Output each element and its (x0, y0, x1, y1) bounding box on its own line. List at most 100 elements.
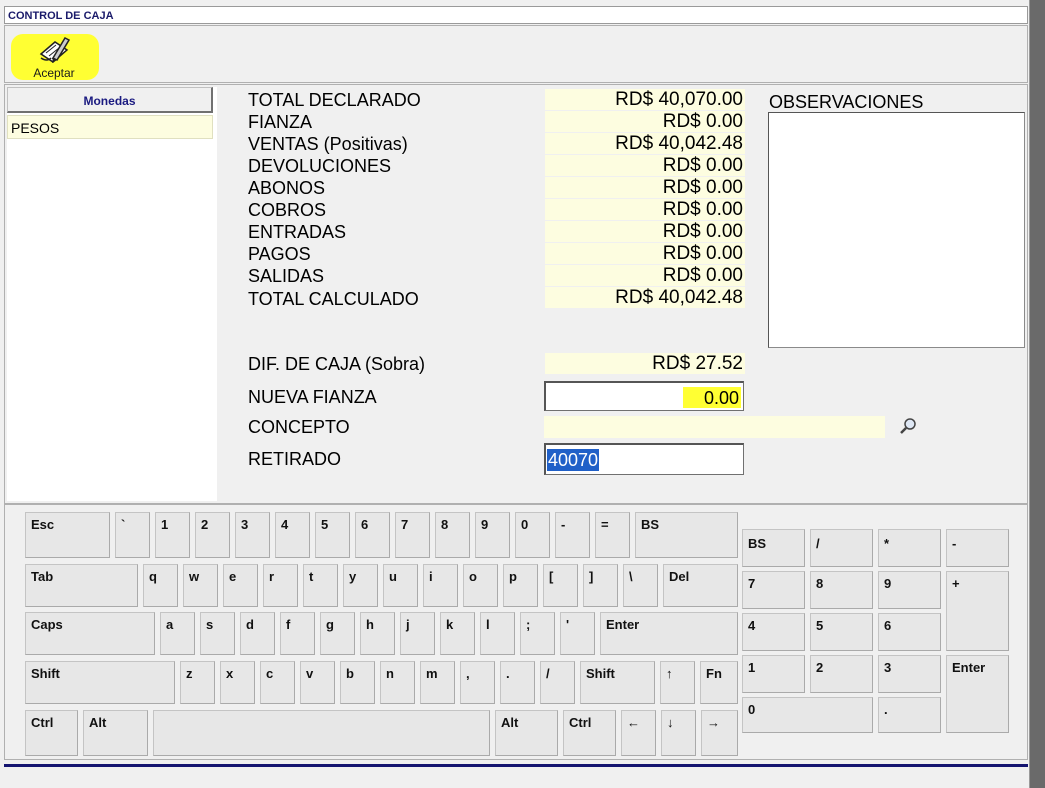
key-5[interactable]: 5 (315, 512, 350, 558)
observations-textarea[interactable] (768, 112, 1025, 348)
numpad-decimal[interactable]: . (878, 697, 941, 733)
concept-input[interactable] (544, 416, 885, 438)
key-caps[interactable]: Caps (25, 612, 155, 655)
key-2[interactable]: 2 (195, 512, 230, 558)
key-o[interactable]: o (463, 564, 498, 607)
key-d[interactable]: d (240, 612, 275, 655)
currency-column-header[interactable]: Monedas (7, 87, 213, 113)
numpad-minus[interactable]: - (946, 529, 1009, 567)
key-esc[interactable]: Esc (25, 512, 110, 558)
key-k[interactable]: k (440, 612, 475, 655)
key-u[interactable]: u (383, 564, 418, 607)
key-c[interactable]: c (260, 661, 295, 704)
key-y[interactable]: y (343, 564, 378, 607)
key-open-bracket[interactable]: [ (543, 564, 578, 607)
key-m[interactable]: m (420, 661, 455, 704)
numpad-plus[interactable]: + (946, 571, 1009, 651)
arrow-down-key-icon[interactable]: ↓ (661, 710, 696, 756)
key-0[interactable]: 0 (515, 512, 550, 558)
key-z[interactable]: z (180, 661, 215, 704)
key-equals[interactable]: = (595, 512, 630, 558)
key-del[interactable]: Del (663, 564, 738, 607)
accept-button[interactable]: Aceptar (11, 34, 99, 80)
key-e[interactable]: e (223, 564, 258, 607)
numpad-2[interactable]: 2 (810, 655, 873, 693)
arrow-up-key-icon[interactable]: ↑ (660, 661, 695, 704)
numpad-divide[interactable]: / (810, 529, 873, 567)
key-semicolon[interactable]: ; (520, 612, 555, 655)
key-backspace[interactable]: BS (635, 512, 738, 558)
key-4[interactable]: 4 (275, 512, 310, 558)
key-b[interactable]: b (340, 661, 375, 704)
arrow-right-key-icon[interactable]: → (701, 710, 738, 756)
key-ctrl-left[interactable]: Ctrl (25, 710, 78, 756)
key-x[interactable]: x (220, 661, 255, 704)
key-1[interactable]: 1 (155, 512, 190, 558)
key-p[interactable]: p (503, 564, 538, 607)
numpad-9[interactable]: 9 (878, 571, 941, 609)
key-j[interactable]: j (400, 612, 435, 655)
key-i[interactable]: i (423, 564, 458, 607)
key-enter[interactable]: Enter (600, 612, 738, 655)
key-q[interactable]: q (143, 564, 178, 607)
key-comma[interactable]: , (460, 661, 495, 704)
numpad-3[interactable]: 3 (878, 655, 941, 693)
key-fn[interactable]: Fn (700, 661, 738, 704)
summary-value-salidas: RD$ 0.00 (545, 265, 745, 286)
key-alt-right[interactable]: Alt (495, 710, 558, 756)
key-3[interactable]: 3 (235, 512, 270, 558)
arrow-left-key-icon[interactable]: ← (621, 710, 656, 756)
numpad-backspace[interactable]: BS (742, 529, 805, 567)
key-apostrophe[interactable]: ' (560, 612, 595, 655)
key-ctrl-right[interactable]: Ctrl (563, 710, 616, 756)
key-shift-left[interactable]: Shift (25, 661, 175, 704)
key-r[interactable]: r (263, 564, 298, 607)
magnifier-search-icon[interactable] (899, 417, 917, 440)
summary-value-cobros: RD$ 0.00 (545, 199, 745, 220)
key-7[interactable]: 7 (395, 512, 430, 558)
key-l[interactable]: l (480, 612, 515, 655)
key-h[interactable]: h (360, 612, 395, 655)
summary-label-ventas: VENTAS (Positivas) (248, 134, 408, 154)
summary-value-fianza: RD$ 0.00 (545, 111, 745, 132)
numpad-8[interactable]: 8 (810, 571, 873, 609)
numpad-5[interactable]: 5 (810, 613, 873, 651)
key-t[interactable]: t (303, 564, 338, 607)
key-minus[interactable]: - (555, 512, 590, 558)
numpad-4[interactable]: 4 (742, 613, 805, 651)
key-w[interactable]: w (183, 564, 218, 607)
key-tab[interactable]: Tab (25, 564, 138, 607)
new-deposit-input[interactable]: 0.00 (544, 381, 744, 411)
numpad-0[interactable]: 0 (742, 697, 873, 733)
on-screen-keyboard: Esc ` 1 2 3 4 5 6 7 8 9 0 - = BS Tab q w… (4, 504, 1028, 760)
numpad-multiply[interactable]: * (878, 529, 941, 567)
key-n[interactable]: n (380, 661, 415, 704)
numpad-7[interactable]: 7 (742, 571, 805, 609)
key-alt-left[interactable]: Alt (83, 710, 148, 756)
numpad-enter[interactable]: Enter (946, 655, 1009, 733)
summary-label-cobros: COBROS (248, 200, 327, 220)
key-8[interactable]: 8 (435, 512, 470, 558)
key-a[interactable]: a (160, 612, 195, 655)
key-6[interactable]: 6 (355, 512, 390, 558)
key-f[interactable]: f (280, 612, 315, 655)
numpad-6[interactable]: 6 (878, 613, 941, 651)
observations-label: OBSERVACIONES (769, 92, 924, 112)
key-g[interactable]: g (320, 612, 355, 655)
key-9[interactable]: 9 (475, 512, 510, 558)
key-slash[interactable]: / (540, 661, 575, 704)
key-backslash[interactable]: \ (623, 564, 658, 607)
numpad-1[interactable]: 1 (742, 655, 805, 693)
withdrawn-input[interactable]: 40070 (544, 443, 744, 475)
key-period[interactable]: . (500, 661, 535, 704)
key-close-bracket[interactable]: ] (583, 564, 618, 607)
currency-item-pesos[interactable]: PESOS (7, 115, 213, 139)
concept-label: CONCEPTO (248, 417, 350, 437)
key-backtick[interactable]: ` (115, 512, 150, 558)
footer-divider (4, 764, 1028, 767)
key-shift-right[interactable]: Shift (580, 661, 655, 704)
summary-value-devoluciones: RD$ 0.00 (545, 155, 745, 176)
key-v[interactable]: v (300, 661, 335, 704)
key-space[interactable] (153, 710, 490, 756)
key-s[interactable]: s (200, 612, 235, 655)
